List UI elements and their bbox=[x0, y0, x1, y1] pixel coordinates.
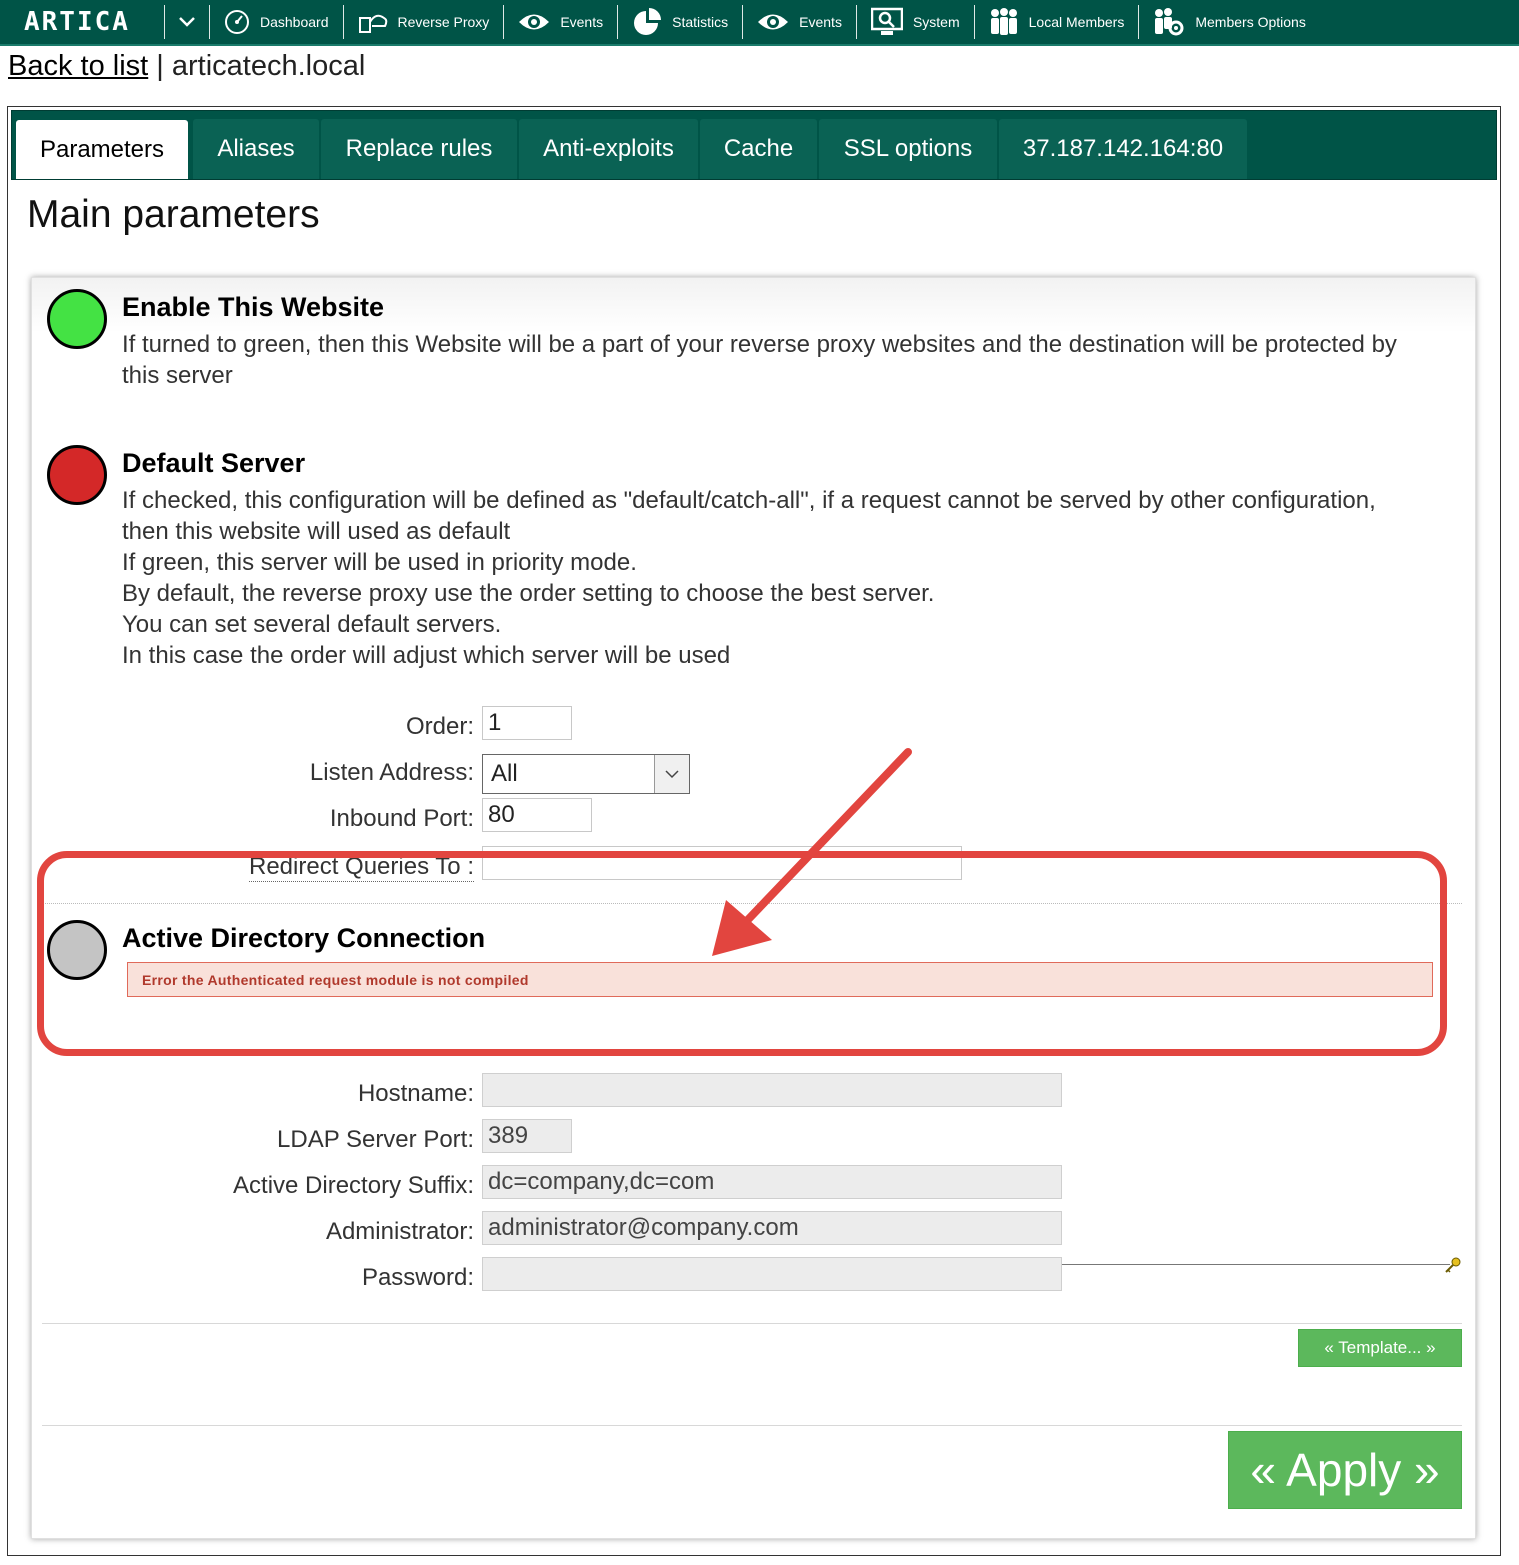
default-server-toggle[interactable] bbox=[47, 445, 107, 505]
nav-system-label: System bbox=[912, 14, 960, 30]
divider bbox=[42, 1425, 1462, 1426]
default-server-line: If green, this server will be used in pr… bbox=[122, 549, 637, 576]
page-title: Main parameters bbox=[27, 193, 320, 236]
nav-menu-toggle[interactable] bbox=[165, 0, 209, 44]
eye-icon bbox=[758, 14, 789, 30]
listen-address-label: Listen Address: bbox=[309, 759, 474, 786]
nav-reverse-proxy[interactable]: Reverse Proxy bbox=[344, 0, 504, 44]
users-gear-icon bbox=[1155, 8, 1184, 36]
order-input[interactable]: 1 bbox=[482, 706, 572, 740]
tab-anti-exploits[interactable]: Anti-exploits bbox=[519, 119, 698, 179]
eye-icon bbox=[519, 14, 550, 30]
active-directory-title: Active Directory Connection bbox=[122, 923, 486, 953]
hostname-input[interactable] bbox=[482, 1073, 1062, 1107]
key-icon[interactable] bbox=[1444, 1256, 1462, 1274]
top-navbar: ARTICA Dashboard Reverse Proxy Events St… bbox=[0, 0, 1519, 46]
default-server-description: If checked, this configuration will be d… bbox=[122, 485, 1412, 671]
order-label: Order: bbox=[405, 713, 474, 740]
administrator-input[interactable]: administrator@company.com bbox=[482, 1211, 1062, 1245]
inbound-port-input[interactable]: 80 bbox=[482, 798, 592, 832]
administrator-label: Administrator: bbox=[325, 1218, 474, 1245]
redirect-queries-label: Redirect Queries To : bbox=[249, 853, 474, 882]
ad-suffix-label: Active Directory Suffix: bbox=[233, 1172, 474, 1199]
nav-reverse-proxy-label: Reverse Proxy bbox=[397, 14, 490, 30]
password-label: Password: bbox=[361, 1264, 474, 1291]
chevron-down-icon bbox=[179, 17, 195, 27]
nav-local-members[interactable]: Local Members bbox=[975, 0, 1139, 44]
users-group-icon bbox=[990, 8, 1017, 35]
artica-logo[interactable]: ARTICA bbox=[0, 0, 164, 44]
default-server-line: By default, the reverse proxy use the or… bbox=[122, 580, 935, 607]
enable-website-toggle[interactable] bbox=[47, 289, 107, 349]
default-server-line: You can set several default servers. bbox=[122, 611, 502, 638]
nav-local-members-label: Local Members bbox=[1028, 14, 1125, 30]
nav-events-label: Events bbox=[560, 14, 604, 30]
breadcrumb-separator: | bbox=[156, 50, 164, 82]
dashboard-gauge-icon bbox=[225, 10, 249, 34]
inbound-port-label: Inbound Port: bbox=[329, 805, 474, 832]
breadcrumb: Back to list | articatech.local bbox=[8, 50, 365, 83]
default-server-line: In this case the order will adjust which… bbox=[122, 642, 731, 669]
tab-listen-address[interactable]: 37.187.142.164:80 bbox=[999, 119, 1247, 179]
template-button[interactable]: « Template... » bbox=[1298, 1329, 1462, 1367]
enable-website-description: If turned to green, then this Website wi… bbox=[122, 331, 1397, 389]
nav-events-2-label: Events bbox=[799, 14, 842, 30]
chevron-down-icon bbox=[665, 769, 679, 778]
enable-website-title: Enable This Website bbox=[122, 292, 385, 322]
tab-parameters[interactable]: Parameters bbox=[16, 120, 188, 179]
nav-statistics-label: Statistics bbox=[672, 14, 729, 30]
nav-members-options[interactable]: Members Options bbox=[1139, 0, 1319, 44]
ad-suffix-input[interactable]: dc=company,dc=com bbox=[482, 1165, 1062, 1199]
monitor-search-icon bbox=[870, 7, 903, 35]
apply-button[interactable]: « Apply » bbox=[1228, 1431, 1462, 1509]
hostname-label: Hostname: bbox=[357, 1080, 474, 1107]
nav-members-options-label: Members Options bbox=[1195, 14, 1306, 30]
nav-statistics[interactable]: Statistics bbox=[618, 0, 742, 44]
tab-replace-rules[interactable]: Replace rules bbox=[321, 119, 517, 179]
password-input[interactable] bbox=[482, 1257, 1062, 1291]
annotation-arrow bbox=[712, 748, 912, 956]
default-server-title: Default Server bbox=[122, 448, 306, 478]
nav-system[interactable]: System bbox=[857, 0, 974, 44]
password-reveal-line bbox=[1062, 1264, 1450, 1265]
nav-events-2[interactable]: Events bbox=[743, 0, 856, 44]
tab-bar: Parameters Aliases Replace rules Anti-ex… bbox=[11, 110, 1497, 180]
listen-address-select[interactable]: All bbox=[482, 754, 690, 794]
reverse-proxy-icon bbox=[358, 14, 387, 33]
pie-chart-icon bbox=[634, 8, 662, 35]
back-to-list-link[interactable]: Back to list bbox=[8, 50, 148, 82]
tab-ssl-options[interactable]: SSL options bbox=[819, 119, 997, 179]
active-directory-toggle[interactable] bbox=[47, 920, 107, 980]
tab-cache[interactable]: Cache bbox=[700, 119, 817, 179]
nav-dashboard-label: Dashboard bbox=[260, 14, 329, 30]
divider bbox=[42, 1323, 1462, 1324]
nav-events[interactable]: Events bbox=[504, 0, 617, 44]
ldap-port-label: LDAP Server Port: bbox=[277, 1126, 474, 1153]
listen-address-value: All bbox=[491, 760, 518, 787]
site-name: articatech.local bbox=[171, 50, 366, 82]
tab-aliases[interactable]: Aliases bbox=[193, 119, 319, 179]
ldap-port-input[interactable]: 389 bbox=[482, 1119, 572, 1153]
default-server-line: If checked, this configuration will be d… bbox=[122, 487, 1376, 545]
select-arrow[interactable] bbox=[654, 755, 689, 793]
nav-dashboard[interactable]: Dashboard bbox=[210, 0, 343, 44]
